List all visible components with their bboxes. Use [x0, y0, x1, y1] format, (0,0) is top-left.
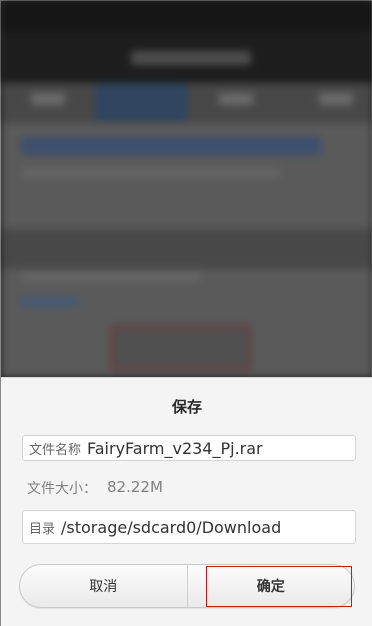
- directory-label: 目录: [29, 521, 56, 537]
- confirm-button[interactable]: 确定: [188, 565, 355, 607]
- file-size-value: 82.22M: [107, 478, 163, 496]
- filename-input[interactable]: FairyFarm_v234_Pj.rar: [81, 439, 263, 458]
- directory-field[interactable]: 目录 /storage/sdcard0/Download: [22, 510, 356, 544]
- dialog-title: 保存: [171, 398, 202, 416]
- confirm-button-label: 确定: [256, 579, 285, 595]
- modal-overlay[interactable]: [1, 1, 372, 377]
- file-size-row: 文件大小： 82.22M: [27, 478, 163, 498]
- file-size-label: 文件大小：: [27, 481, 97, 497]
- filename-field[interactable]: 文件名称 FairyFarm_v234_Pj.rar: [22, 435, 356, 461]
- cancel-button[interactable]: 取消: [20, 565, 188, 607]
- save-dialog: 保存 文件名称 FairyFarm_v234_Pj.rar 文件大小： 82.2…: [1, 377, 372, 626]
- filename-label: 文件名称: [29, 442, 82, 458]
- directory-value[interactable]: /storage/sdcard0/Download: [55, 518, 281, 537]
- dialog-button-bar: 取消 确定: [19, 564, 355, 608]
